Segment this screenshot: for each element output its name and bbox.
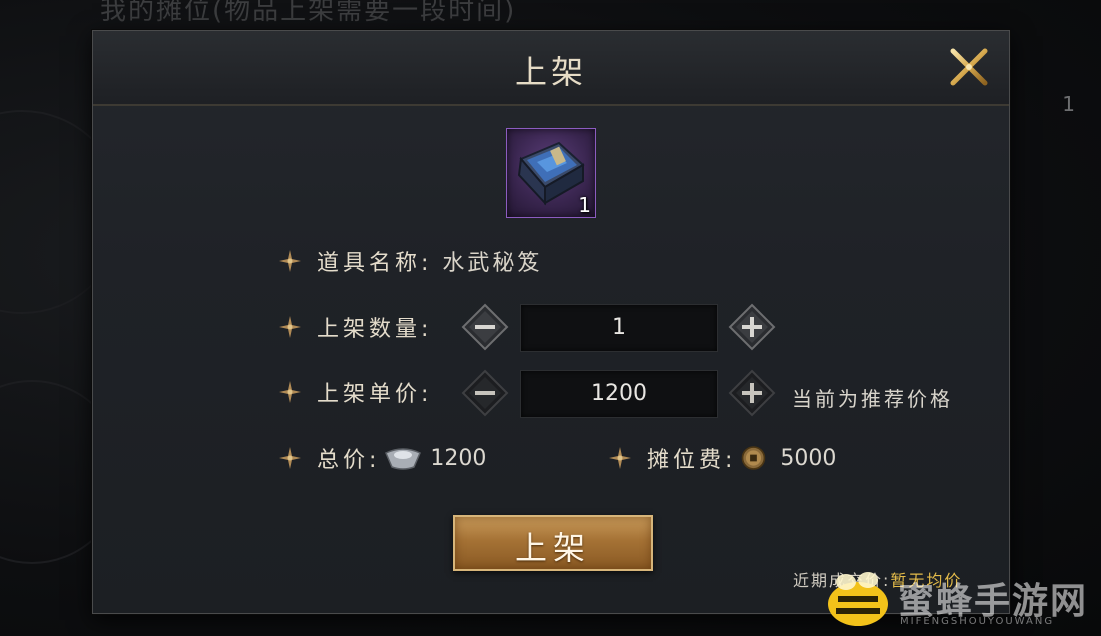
unit-price-label: 上架单价: [317,382,433,407]
stall-fee-value: 5000 [780,445,837,471]
dialog-header: 上架 [93,31,1009,106]
price-decrease-button[interactable] [461,369,509,417]
close-button[interactable] [947,45,991,89]
list-item-submit-button[interactable]: 上架 [453,515,653,571]
dialog-title: 上架 [514,53,587,91]
item-name-value: 水武秘笈 [442,251,543,276]
item-name-row: 道具名称: 水武秘笈 [277,237,542,285]
stall-fee-label: 摊位费: [647,448,737,473]
minus-icon [461,369,509,417]
item-slot[interactable]: 1 [506,128,596,218]
watermark-subtext: MIFENGSHOUYOUWANG [900,616,1055,627]
silver-ingot-icon [385,448,422,470]
ornament-bullet-icon [279,447,301,469]
copper-coin-icon [742,446,766,470]
quantity-label: 上架数量: [317,317,433,342]
unit-price-input[interactable]: 1200 [520,370,718,418]
submit-button-label: 上架 [514,529,591,567]
unit-price-row: 上架单价: [277,368,432,416]
listing-dialog: 上架 1 道具名称: 水武秘笈 上架数量: 1 上架单价: 1200 当前为推荐… [92,30,1010,614]
game-screen: 我的摊位(物品上架需要一段时间) 1 上架 1 道具名称: 水武秘笈 上架数量:… [0,0,1101,636]
quantity-increase-button[interactable] [728,303,776,351]
quantity-row: 上架数量: [277,303,432,351]
stall-fee-row: 摊位费: 5000 [607,434,836,482]
ornament-bullet-icon [279,381,301,403]
item-count: 1 [578,193,591,217]
bee-logo-icon [828,572,888,626]
background-side-number: 1 [1062,92,1075,116]
close-x-icon [950,48,988,86]
total-price-label: 总价: [317,448,381,473]
minus-icon [461,303,509,351]
total-price-value: 1200 [430,445,487,471]
plus-icon [728,303,776,351]
recommended-price-hint: 当前为推荐价格 [792,387,953,411]
quantity-input[interactable]: 1 [520,304,718,352]
total-price-row: 总价: 1200 [277,434,486,482]
ornament-bullet-icon [279,250,301,272]
ornament-bullet-icon [609,447,631,469]
ornament-bullet-icon [279,316,301,338]
background-stall-title: 我的摊位(物品上架需要一段时间) [100,0,517,26]
quantity-decrease-button[interactable] [461,303,509,351]
plus-icon [728,369,776,417]
price-increase-button[interactable] [728,369,776,417]
site-watermark: 蜜蜂手游网 MIFENGSHOUYOUWANG [824,568,1094,634]
item-name-label: 道具名称: [317,251,433,276]
